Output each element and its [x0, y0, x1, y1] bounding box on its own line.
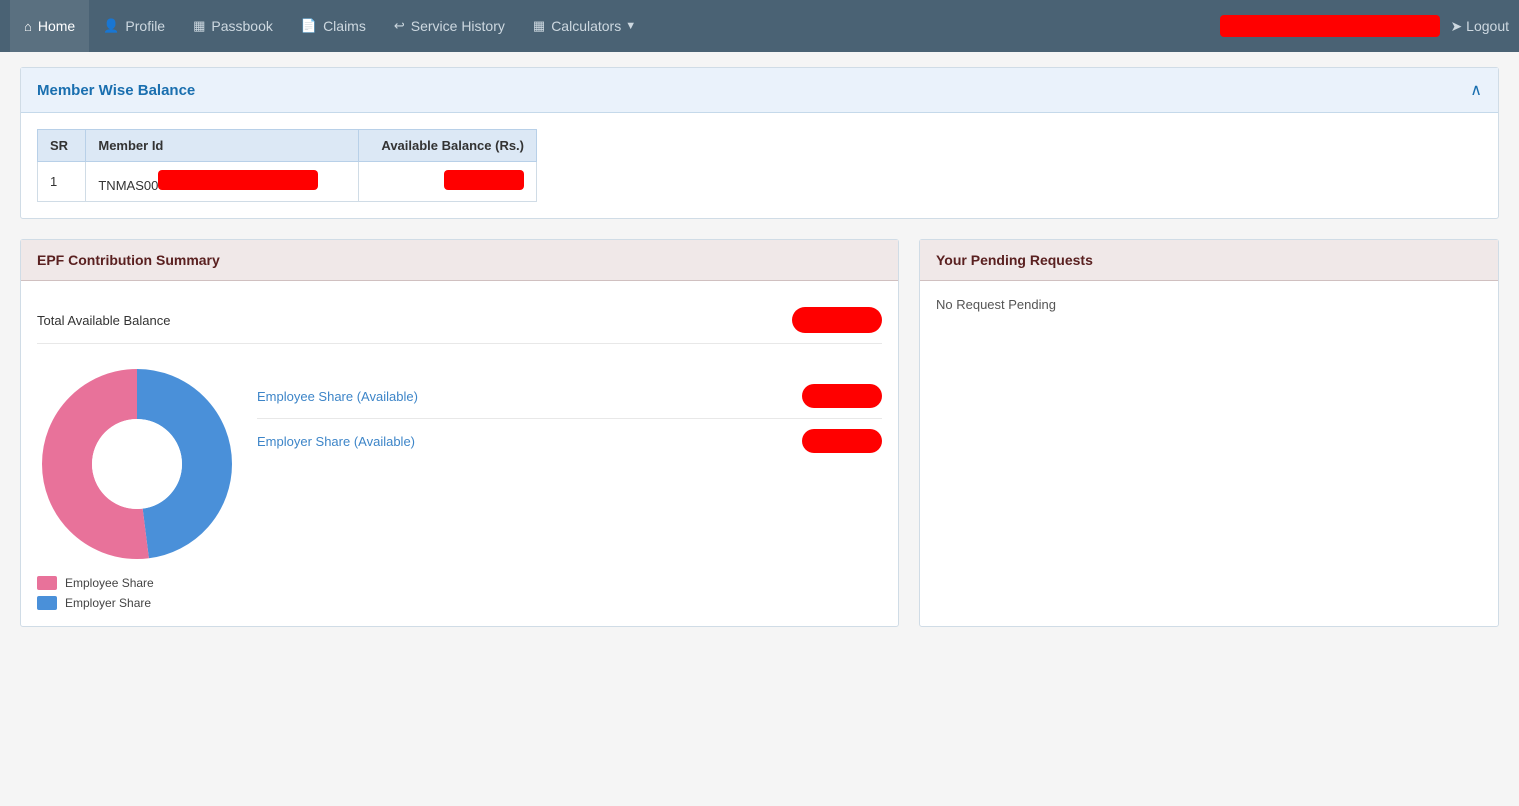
member-balance-title: Member Wise Balance [37, 82, 195, 99]
nav-passbook[interactable]: ▦ Passbook [179, 0, 287, 52]
epf-total-row: Total Available Balance [37, 297, 882, 344]
member-balance-body: SR Member Id Available Balance (Rs.) 1 T… [21, 113, 1498, 218]
table-row: 1 TNMAS00 [38, 162, 537, 202]
epf-total-label: Total Available Balance [37, 313, 170, 328]
collapse-icon[interactable]: ∧ [1470, 80, 1482, 100]
employee-legend-label: Employee Share [65, 576, 154, 590]
employee-label: Employee Share (Available) [257, 389, 418, 404]
donut-chart-container: Employee Share Employer Share [37, 364, 237, 610]
member-id-redacted [158, 170, 318, 190]
chart-area: Employee Share Employer Share Employee S… [37, 364, 882, 610]
logout-icon: ➤ [1450, 18, 1462, 35]
cell-sr: 1 [38, 162, 86, 202]
navbar: ⌂ Home 👤 Profile ▦ Passbook 📄 Claims ↩ S… [0, 0, 1519, 52]
passbook-icon: ▦ [193, 18, 205, 34]
legend-employee: Employee Share [37, 576, 237, 590]
calculators-dropdown-icon: ▼ [625, 20, 636, 32]
user-info-redacted [1220, 15, 1440, 37]
balance-table: SR Member Id Available Balance (Rs.) 1 T… [37, 129, 537, 202]
epf-employer-row: Employer Share (Available) [257, 419, 882, 463]
epf-card: EPF Contribution Summary Total Available… [20, 239, 899, 627]
col-sr: SR [38, 130, 86, 162]
epf-header: EPF Contribution Summary [21, 240, 898, 281]
employee-balance-redacted [802, 384, 882, 408]
employee-color-swatch [37, 576, 57, 590]
legend-employer: Employer Share [37, 596, 237, 610]
member-balance-card: Member Wise Balance ∧ SR Member Id Avail… [20, 67, 1499, 219]
logout-button[interactable]: ➤ Logout [1450, 18, 1509, 35]
navbar-right: ➤ Logout [1220, 15, 1509, 37]
balance-redacted [444, 170, 524, 190]
total-balance-redacted [792, 307, 882, 333]
profile-icon: 👤 [103, 18, 119, 34]
epf-title: EPF Contribution Summary [37, 252, 220, 268]
employer-legend-label: Employer Share [65, 596, 151, 610]
employer-label: Employer Share (Available) [257, 434, 415, 449]
epf-employee-row: Employee Share (Available) [257, 374, 882, 419]
epf-body: Total Available Balance [21, 281, 898, 626]
donut-svg [37, 364, 237, 564]
nav-service-history[interactable]: ↩ Service History [380, 0, 519, 52]
pending-header: Your Pending Requests [920, 240, 1498, 281]
cell-member-id: TNMAS00 [86, 162, 359, 202]
col-balance: Available Balance (Rs.) [359, 130, 537, 162]
calculators-icon: ▦ [533, 18, 545, 34]
nav-claims[interactable]: 📄 Claims [287, 0, 380, 52]
pending-message: No Request Pending [936, 297, 1056, 312]
pending-title: Your Pending Requests [936, 252, 1093, 268]
nav-profile[interactable]: 👤 Profile [89, 0, 179, 52]
pending-body: No Request Pending [920, 281, 1498, 328]
service-history-icon: ↩ [394, 18, 405, 34]
nav-home[interactable]: ⌂ Home [10, 0, 89, 52]
main-content: Member Wise Balance ∧ SR Member Id Avail… [0, 52, 1519, 642]
donut-legend: Employee Share Employer Share [37, 576, 237, 610]
claims-icon: 📄 [301, 18, 317, 34]
pending-requests-card: Your Pending Requests No Request Pending [919, 239, 1499, 627]
home-icon: ⌂ [24, 19, 32, 34]
employer-color-swatch [37, 596, 57, 610]
epf-details: Employee Share (Available) Employer Shar… [257, 364, 882, 463]
bottom-section: EPF Contribution Summary Total Available… [20, 239, 1499, 627]
col-member-id: Member Id [86, 130, 359, 162]
employer-balance-redacted [802, 429, 882, 453]
cell-balance [359, 162, 537, 202]
nav-calculators[interactable]: ▦ Calculators ▼ [519, 0, 650, 52]
member-balance-header: Member Wise Balance ∧ [21, 68, 1498, 113]
donut-chart [37, 364, 237, 564]
